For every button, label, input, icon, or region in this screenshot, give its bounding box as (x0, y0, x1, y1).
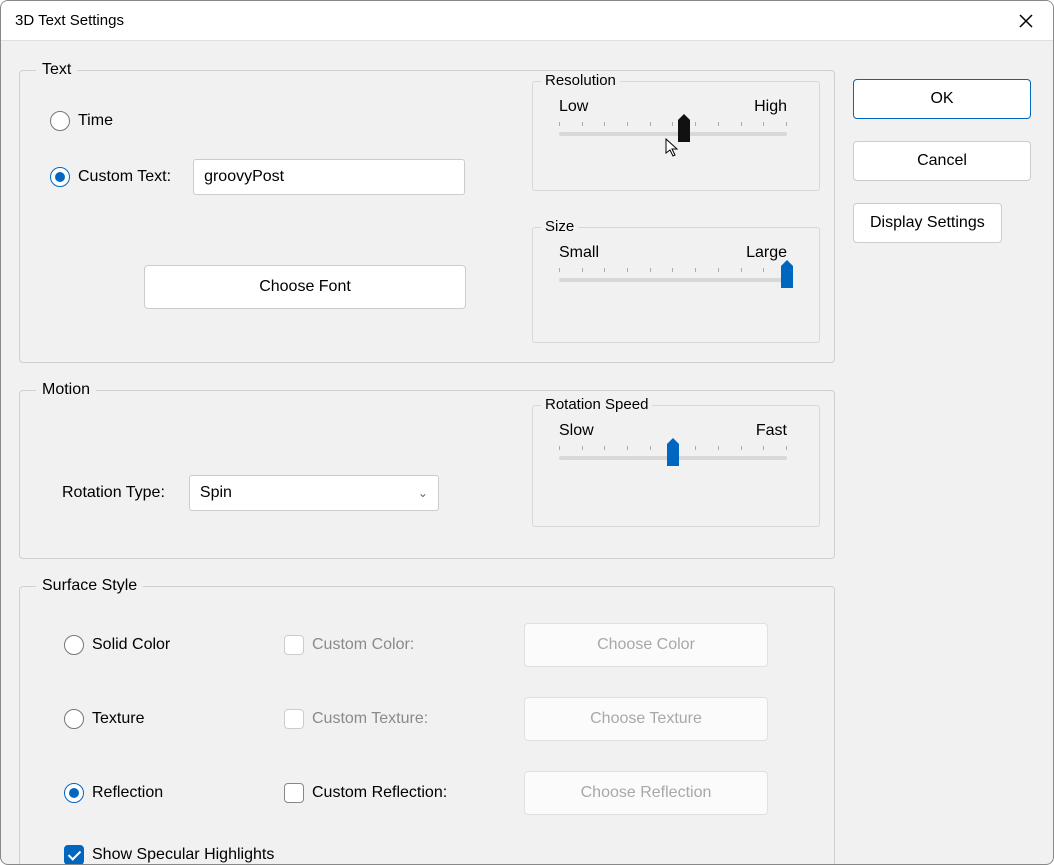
display-settings-button[interactable]: Display Settings (853, 203, 1002, 243)
solid-color-radio[interactable] (64, 635, 84, 655)
close-button[interactable] (1013, 8, 1039, 34)
custom-reflection-label: Custom Reflection: (312, 784, 447, 802)
rotation-type-select[interactable]: Spin ⌄ (189, 475, 439, 511)
custom-texture-checkbox (284, 709, 304, 729)
custom-color-checkbox (284, 635, 304, 655)
specular-label: Show Specular Highlights (92, 846, 274, 864)
texture-radio[interactable] (64, 709, 84, 729)
surface-style-group: Surface Style Solid Color Custom Color: … (19, 577, 835, 865)
custom-texture-check-row: Custom Texture: (284, 709, 524, 729)
chevron-down-icon: ⌄ (418, 486, 428, 500)
time-radio-label: Time (78, 112, 113, 130)
custom-text-input[interactable] (193, 159, 465, 195)
rotation-type-label: Rotation Type: (62, 484, 165, 502)
ok-button[interactable]: OK (853, 79, 1031, 119)
choose-texture-label: Choose Texture (590, 710, 702, 728)
resolution-group: Resolution Low High (532, 81, 820, 191)
close-icon (1018, 13, 1034, 29)
dialog-window: 3D Text Settings Text Time Custom Text: (0, 0, 1054, 865)
rotation-speed-slider[interactable] (559, 446, 787, 466)
rotation-speed-thumb[interactable] (667, 444, 679, 466)
custom-text-radio-label: Custom Text: (78, 168, 171, 186)
size-group: Size Small Large (532, 227, 820, 343)
size-thumb[interactable] (781, 266, 793, 288)
rotation-speed-group: Rotation Speed Slow Fast (532, 405, 820, 527)
size-slider[interactable] (559, 268, 787, 288)
resolution-slider[interactable] (559, 122, 787, 142)
motion-group: Motion Rotation Type: Spin ⌄ Rotation Sp… (19, 381, 835, 559)
rotation-type-value: Spin (200, 484, 232, 502)
solid-color-radio-row[interactable]: Solid Color (64, 635, 284, 655)
solid-color-label: Solid Color (92, 636, 170, 654)
choose-reflection-label: Choose Reflection (581, 784, 712, 802)
resolution-legend: Resolution (541, 72, 620, 89)
content-area: Text Time Custom Text: Choose Font (1, 41, 1053, 865)
rotation-speed-legend: Rotation Speed (541, 396, 652, 413)
custom-color-label: Custom Color: (312, 636, 414, 654)
choose-texture-button: Choose Texture (524, 697, 768, 741)
surface-style-legend: Surface Style (36, 577, 143, 595)
size-legend: Size (541, 218, 578, 235)
reflection-radio[interactable] (64, 783, 84, 803)
custom-color-check-row: Custom Color: (284, 635, 524, 655)
text-group: Text Time Custom Text: Choose Font (19, 61, 835, 363)
choose-reflection-button: Choose Reflection (524, 771, 768, 815)
speed-slow-label: Slow (559, 422, 594, 440)
cancel-label: Cancel (917, 152, 967, 170)
custom-text-radio[interactable] (50, 167, 70, 187)
window-title: 3D Text Settings (15, 12, 1013, 29)
cancel-button[interactable]: Cancel (853, 141, 1031, 181)
choose-font-button[interactable]: Choose Font (144, 265, 466, 309)
texture-radio-row[interactable]: Texture (64, 709, 284, 729)
time-radio[interactable] (50, 111, 70, 131)
choose-font-label: Choose Font (259, 278, 351, 296)
resolution-thumb[interactable] (678, 120, 690, 142)
ok-label: OK (930, 90, 953, 108)
speed-fast-label: Fast (756, 422, 787, 440)
size-small-label: Small (559, 244, 599, 262)
main-panel: Text Time Custom Text: Choose Font (1, 61, 853, 865)
specular-checkbox[interactable] (64, 845, 84, 865)
reflection-label: Reflection (92, 784, 163, 802)
choose-color-button: Choose Color (524, 623, 768, 667)
choose-color-label: Choose Color (597, 636, 695, 654)
resolution-low-label: Low (559, 98, 588, 116)
display-settings-label: Display Settings (870, 214, 985, 232)
text-legend: Text (36, 61, 77, 79)
custom-texture-label: Custom Texture: (312, 710, 428, 728)
sidebar: OK Cancel Display Settings (853, 61, 1053, 865)
resolution-high-label: High (754, 98, 787, 116)
custom-reflection-check-row[interactable]: Custom Reflection: (284, 783, 524, 803)
reflection-radio-row[interactable]: Reflection (64, 783, 284, 803)
custom-text-radio-row[interactable]: Custom Text: (50, 167, 171, 187)
motion-legend: Motion (36, 381, 96, 399)
texture-label: Texture (92, 710, 144, 728)
specular-check-row[interactable]: Show Specular Highlights (64, 845, 818, 865)
custom-reflection-checkbox[interactable] (284, 783, 304, 803)
titlebar: 3D Text Settings (1, 1, 1053, 41)
